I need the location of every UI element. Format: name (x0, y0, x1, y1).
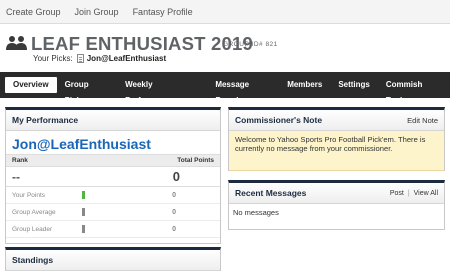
my-performance-panel: My Performance Jon@LeafEnthusiast Rank T… (5, 107, 221, 244)
stat-value: 0 (172, 225, 176, 233)
join-group-link[interactable]: Join Group (75, 7, 119, 17)
standings-title: Standings (12, 255, 54, 265)
your-picks-label: Your Picks: (33, 54, 73, 63)
edit-note-link[interactable]: Edit Note (407, 116, 438, 125)
post-link[interactable]: Post (390, 190, 404, 197)
performance-column-headers: Rank Total Points (6, 155, 220, 167)
rank-value: -- (12, 169, 20, 184)
total-points-value: 0 (172, 169, 180, 184)
tab-group-picks[interactable]: Group Picks (57, 77, 118, 105)
your-picks: Your Picks: Jon@LeafEnthusiast (33, 54, 166, 63)
users-icon (6, 36, 27, 50)
view-all-link[interactable]: View All (414, 190, 438, 197)
tab-commish-tools[interactable]: Commish Tools (378, 77, 450, 105)
stat-label: Group Average (12, 208, 56, 216)
stat-row-your-points: Your Points 0 (6, 187, 220, 204)
stat-value: 0 (172, 208, 176, 216)
top-link-bar: Create Group Join Group Fantasy Profile (0, 0, 450, 24)
standings-panel: Standings (5, 247, 221, 271)
total-points-column-header: Total Points (177, 157, 214, 164)
tab-overview[interactable]: Overview (5, 77, 57, 93)
your-picks-link[interactable]: Jon@LeafEnthusiast (87, 54, 166, 63)
standings-header: Standings (6, 250, 220, 271)
stat-bar (82, 225, 85, 233)
group-header: LEAF ENTHUSIAST 2019 GROUP ID# 821 Your … (0, 24, 450, 70)
no-messages-text: No messages (233, 208, 279, 217)
tab-settings[interactable]: Settings (330, 77, 378, 93)
recent-messages-header: Recent Messages Post | View All (229, 183, 444, 204)
document-icon (76, 54, 84, 63)
stat-label: Your Points (12, 191, 46, 199)
rank-row: -- 0 (6, 167, 220, 187)
stat-label: Group Leader (12, 225, 53, 233)
my-performance-title: My Performance (12, 115, 79, 125)
stat-value: 0 (172, 191, 176, 199)
recent-messages-panel: Recent Messages Post | View All No messa… (228, 180, 445, 230)
stat-row-group-leader: Group Leader 0 (6, 221, 220, 238)
fantasy-profile-link[interactable]: Fantasy Profile (133, 7, 193, 17)
tab-members[interactable]: Members (279, 77, 330, 93)
group-title: LEAF ENTHUSIAST 2019 (31, 33, 253, 54)
commissioners-note-header: Commissioner's Note Edit Note (229, 110, 444, 131)
rank-column-header: Rank (12, 157, 28, 164)
team-name-link[interactable]: Jon@LeafEnthusiast (6, 131, 220, 155)
stat-bar (82, 191, 85, 199)
tab-weekly-performance[interactable]: Weekly Performance (117, 77, 207, 105)
group-id: GROUP ID# 821 (223, 41, 278, 48)
my-performance-header: My Performance (6, 110, 220, 131)
tab-message-board[interactable]: Message Board (207, 77, 279, 105)
commissioners-note-panel: Commissioner's Note Edit Note Welcome to… (228, 107, 445, 171)
recent-messages-links: Post | View All (390, 190, 438, 197)
stat-bar (82, 208, 85, 216)
recent-messages-title: Recent Messages (235, 188, 307, 198)
create-group-link[interactable]: Create Group (6, 7, 61, 17)
main-nav: Overview Group Picks Weekly Performance … (0, 72, 450, 105)
commissioners-note-title: Commissioner's Note (235, 115, 323, 125)
stat-row-group-average: Group Average 0 (6, 204, 220, 221)
commissioners-note-body: Welcome to Yahoo Sports Pro Football Pic… (229, 131, 444, 171)
link-separator: | (407, 189, 410, 197)
